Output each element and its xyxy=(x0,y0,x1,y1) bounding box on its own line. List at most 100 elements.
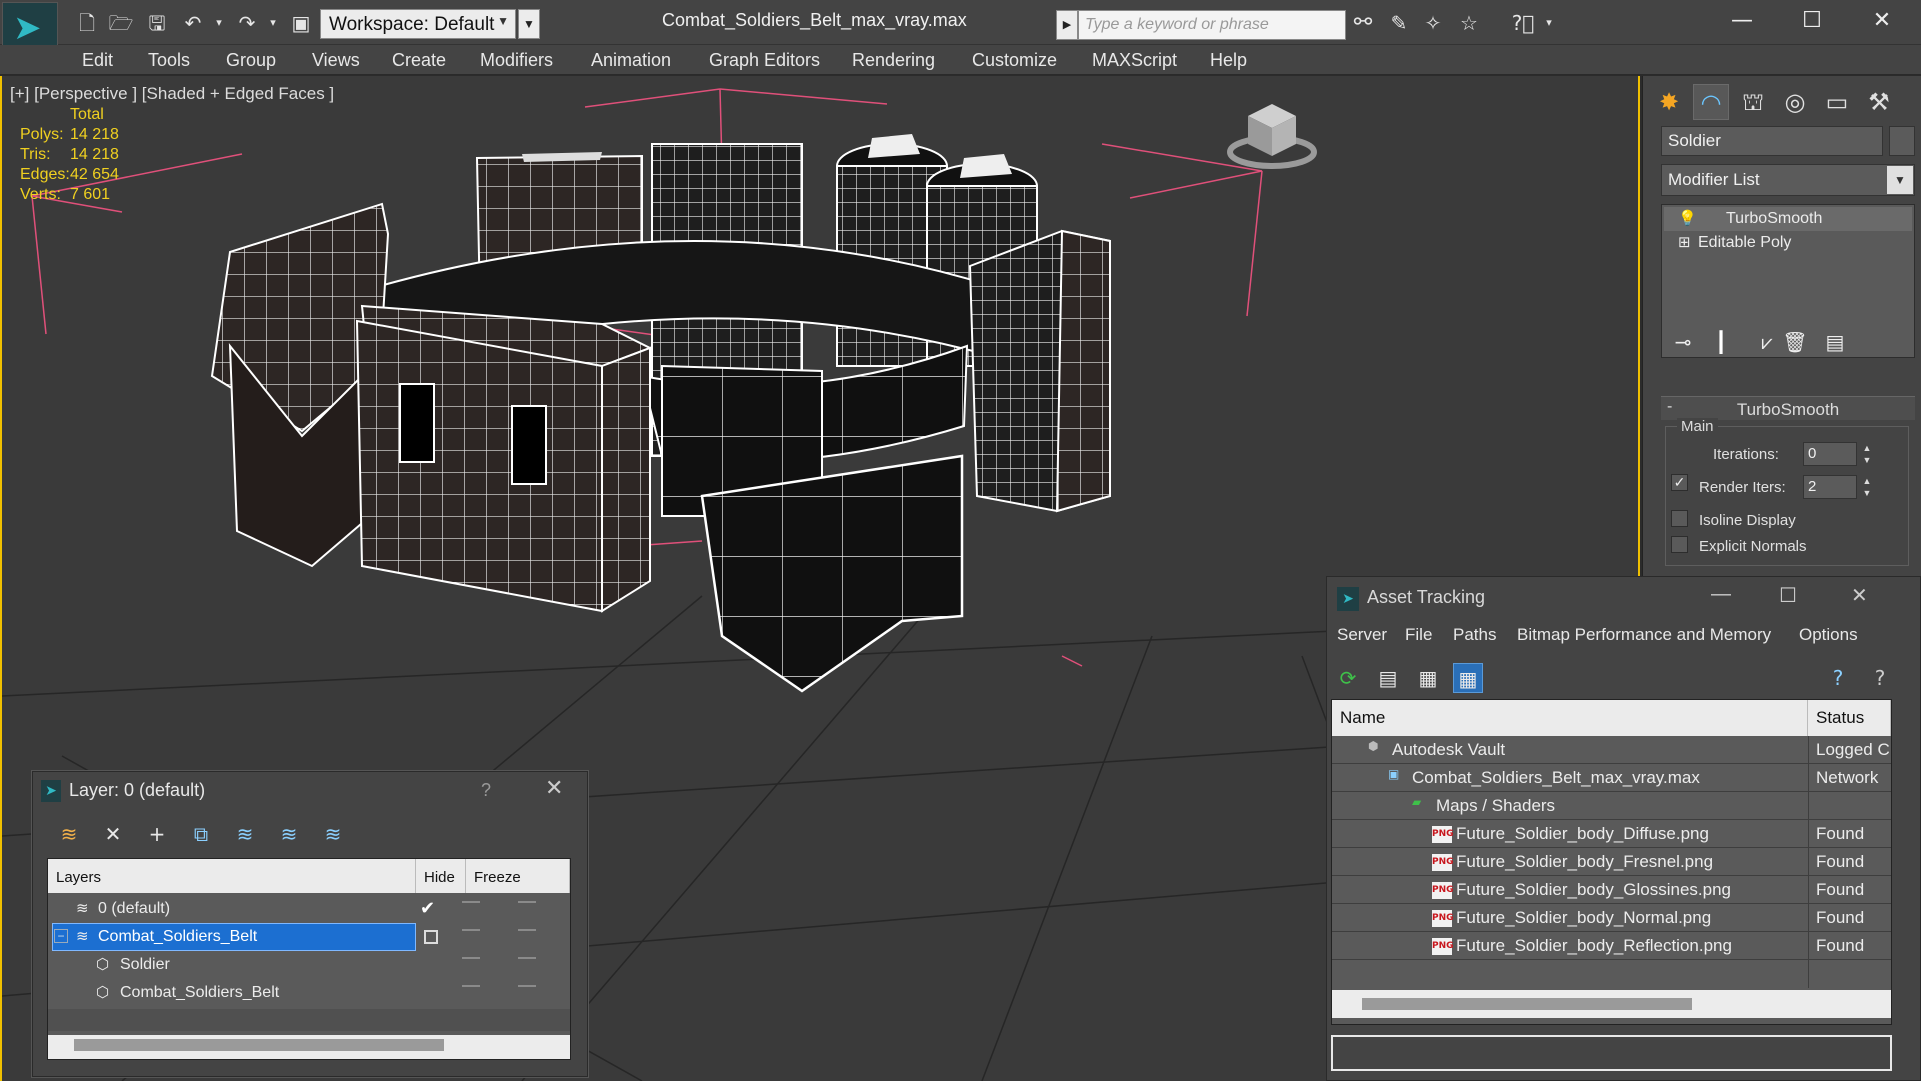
menu-server[interactable]: Server xyxy=(1337,625,1387,645)
favorites-star-icon[interactable]: ☆ xyxy=(1456,10,1482,36)
configure-modifier-sets-icon[interactable]: ▤ xyxy=(1821,328,1849,356)
menu-file[interactable]: File xyxy=(1405,625,1432,645)
layer-new-icon[interactable]: ≋ xyxy=(55,820,83,848)
freeze-toggle[interactable] xyxy=(518,957,536,960)
tab-create-icon[interactable]: ✸ xyxy=(1651,84,1687,120)
scrollbar-thumb[interactable] xyxy=(74,1039,444,1051)
remove-modifier-icon[interactable]: 🗑 xyxy=(1781,328,1809,356)
tab-utilities-icon[interactable]: ⚒ xyxy=(1861,84,1897,120)
stack-item-turbosmooth[interactable]: 💡 TurboSmooth xyxy=(1664,207,1912,231)
redo-dropdown-icon[interactable]: ▾ xyxy=(260,10,286,36)
new-file-icon[interactable]: 🗋 xyxy=(74,10,100,36)
column-header-layers[interactable]: Layers xyxy=(48,859,416,893)
plus-expand-icon[interactable]: ⊞ xyxy=(1678,233,1691,251)
isoline-display-checkbox[interactable] xyxy=(1671,510,1688,527)
viewport-label[interactable]: [+] [Perspective ] [Shaded + Edged Faces… xyxy=(10,84,334,104)
column-header-name[interactable]: Name xyxy=(1332,700,1808,736)
menu-paths[interactable]: Paths xyxy=(1453,625,1496,645)
collapse-icon[interactable]: − xyxy=(54,929,68,943)
minimize-button[interactable]: — xyxy=(1711,583,1731,606)
thumbnail-view-icon[interactable]: ▦ xyxy=(1413,663,1443,693)
open-file-icon[interactable]: 🗁 xyxy=(108,10,134,36)
hide-toggle[interactable] xyxy=(462,901,480,904)
layer-row-combat-soldiers-belt[interactable]: − ≋ Combat_Soldiers_Belt xyxy=(48,923,570,951)
object-row-combat-soldiers-belt[interactable]: ⬡ Combat_Soldiers_Belt xyxy=(48,979,570,1007)
asset-row-vault[interactable]: ⬢ Autodesk Vault Logged C xyxy=(1332,736,1891,764)
iterations-spinner-arrows[interactable]: ▲ ▼ xyxy=(1859,442,1875,466)
menu-modifiers[interactable]: Modifiers xyxy=(480,50,553,71)
vault-help-icon[interactable]: ? xyxy=(1823,663,1853,693)
freeze-toggle[interactable] xyxy=(518,929,536,932)
delete-icon[interactable]: ✕ xyxy=(99,820,127,848)
object-name-input[interactable]: Soldier xyxy=(1661,126,1883,156)
add-selected-icon[interactable]: + xyxy=(143,820,171,848)
pin-stack-icon[interactable]: ⊸ xyxy=(1669,328,1697,356)
redo-icon[interactable]: ↷ xyxy=(234,10,260,36)
turbosmooth-rollout-header[interactable]: - TurboSmooth xyxy=(1661,396,1915,420)
save-file-icon[interactable]: 🖫 xyxy=(144,10,170,36)
asset-row-reflection[interactable]: PNG Future_Soldier_body_Reflection.png F… xyxy=(1332,932,1891,960)
list-view-icon[interactable]: ▤ xyxy=(1373,663,1403,693)
menu-options[interactable]: Options xyxy=(1799,625,1858,645)
set-active-layer-icon[interactable] xyxy=(424,930,438,944)
tab-hierarchy-icon[interactable]: ⛫ xyxy=(1735,84,1771,120)
tab-modify-icon[interactable]: ◠ xyxy=(1693,84,1729,120)
column-header-status[interactable]: Status xyxy=(1808,700,1891,736)
close-button[interactable]: ✕ xyxy=(1864,6,1900,36)
help-icon[interactable]: ?⃝ xyxy=(1510,10,1536,36)
column-header-hide[interactable]: Hide xyxy=(416,859,466,893)
column-header-freeze[interactable]: Freeze xyxy=(466,859,570,893)
menu-create[interactable]: Create xyxy=(392,50,446,71)
project-folder-icon[interactable]: ▣ xyxy=(288,10,314,36)
asset-row-fresnel[interactable]: PNG Future_Soldier_body_Fresnel.png Foun… xyxy=(1332,848,1891,876)
hide-all-icon[interactable]: ≋ xyxy=(275,820,303,848)
menu-customize[interactable]: Customize xyxy=(972,50,1057,71)
stack-item-editable-poly[interactable]: ⊞ Editable Poly xyxy=(1664,231,1912,255)
modifier-list-dropdown[interactable]: Modifier List ▼ xyxy=(1661,164,1915,196)
menu-rendering[interactable]: Rendering xyxy=(852,50,935,71)
workspace-dropdown[interactable]: Workspace: Default ▼ xyxy=(320,9,516,39)
freeze-toggle[interactable] xyxy=(518,901,536,904)
menu-maxscript[interactable]: MAXScript xyxy=(1092,50,1177,71)
tools-icon[interactable]: ✎ xyxy=(1386,10,1412,36)
search-input[interactable]: Type a keyword or phrase xyxy=(1078,10,1346,40)
help-button[interactable]: ? xyxy=(481,780,491,801)
close-icon[interactable]: ✕ xyxy=(545,776,563,801)
minimize-button[interactable]: — xyxy=(1724,6,1760,36)
search-expand-button[interactable]: ▶ xyxy=(1056,10,1078,40)
scrollbar-thumb[interactable] xyxy=(1362,998,1692,1010)
object-color-swatch[interactable] xyxy=(1889,126,1915,156)
close-button[interactable]: ✕ xyxy=(1851,583,1868,607)
menu-tools[interactable]: Tools xyxy=(148,50,190,71)
refresh-icon[interactable]: ⟳ xyxy=(1333,663,1363,693)
menu-group[interactable]: Group xyxy=(226,50,276,71)
layer-row-default[interactable]: ≋ 0 (default) ✔ xyxy=(48,895,570,923)
render-iters-checkbox[interactable]: ✓ xyxy=(1671,474,1688,491)
undo-icon[interactable]: ↶ xyxy=(180,10,206,36)
show-end-result-icon[interactable]: ┃ xyxy=(1707,328,1735,356)
active-layer-check-icon[interactable]: ✔ xyxy=(420,898,435,919)
hide-toggle[interactable] xyxy=(462,957,480,960)
iterations-spinner[interactable]: 0 xyxy=(1803,442,1857,466)
select-objects-icon[interactable]: ⧉ xyxy=(187,820,215,848)
table-view-icon[interactable]: ▦ xyxy=(1453,663,1483,693)
communication-icon[interactable]: ✧ xyxy=(1420,10,1446,36)
binoculars-icon[interactable]: ⚯ xyxy=(1350,10,1376,36)
explicit-normals-checkbox[interactable] xyxy=(1671,536,1688,553)
tab-motion-icon[interactable]: ◎ xyxy=(1777,84,1813,120)
freeze-all-icon[interactable]: ≋ xyxy=(319,820,347,848)
asset-row-maps-shaders[interactable]: ▰ Maps / Shaders xyxy=(1332,792,1891,820)
help-dropdown-icon[interactable]: ▾ xyxy=(1536,10,1562,36)
freeze-toggle[interactable] xyxy=(518,985,536,988)
tab-display-icon[interactable]: ▭ xyxy=(1819,84,1855,120)
asset-row-max-file[interactable]: ▣ Combat_Soldiers_Belt_max_vray.max Netw… xyxy=(1332,764,1891,792)
hide-toggle[interactable] xyxy=(462,929,480,932)
menu-edit[interactable]: Edit xyxy=(82,50,113,71)
menu-views[interactable]: Views xyxy=(312,50,360,71)
highlight-layer-icon[interactable]: ≋ xyxy=(231,820,259,848)
menu-animation[interactable]: Animation xyxy=(591,50,671,71)
menu-help[interactable]: Help xyxy=(1210,50,1247,71)
asset-row-glossines[interactable]: PNG Future_Soldier_body_Glossines.png Fo… xyxy=(1332,876,1891,904)
view-cube[interactable] xyxy=(1227,104,1317,169)
render-iters-spinner[interactable]: 2 xyxy=(1803,475,1857,499)
